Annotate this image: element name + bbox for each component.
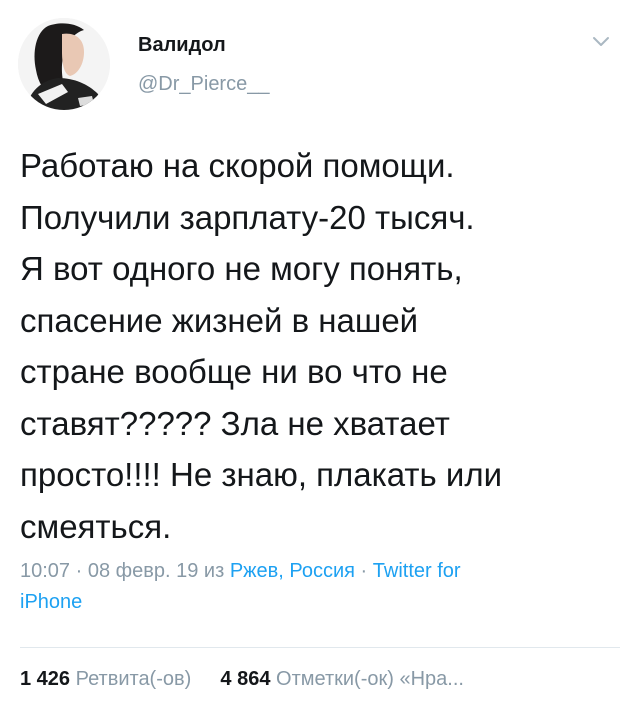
tweet-location-link[interactable]: Ржев, Россия [230, 560, 355, 582]
quote-label[interactable]: «Нра... [399, 668, 463, 690]
tweet-stats: 1 426 Ретвита(-ов) 4 864 Отметки(-ок) «Н… [20, 668, 464, 691]
tweet-text-line: просто!!!! Не знаю, плакать или [20, 456, 503, 493]
tweet-text-line: Получили зарплату-20 тысяч. [20, 198, 475, 236]
tweet-date[interactable]: 08 февр. 19 [88, 560, 199, 582]
likes-label[interactable]: Отметки(-ок) [276, 668, 394, 690]
author-handle[interactable]: @Dr_Pierce__ [138, 73, 269, 96]
tweet-card: Валидол @Dr_Pierce__ Работаю на скорой п… [0, 0, 620, 718]
tweet-source-link[interactable]: Twitter for [373, 560, 461, 582]
avatar[interactable] [18, 18, 110, 110]
avatar-image [18, 18, 110, 110]
tweet-text-line: смеяться. [20, 507, 172, 545]
retweets-label[interactable]: Ретвита(-ов) [76, 668, 192, 690]
author-display-name[interactable]: Валидол [138, 34, 226, 57]
tweet-meta: 10:07 · 08 февр. 19 из Ржев, Россия · Tw… [20, 556, 610, 618]
tweet-source-link-cont[interactable]: iPhone [20, 591, 82, 613]
meta-from-label: из [203, 560, 225, 582]
tweet-text-line: Работаю на скорой помощи. [20, 147, 455, 184]
tweet-text: Работаю на скорой помощи. Получили зарпл… [20, 140, 610, 552]
tweet-text-line: спасение жизней в нашей [20, 301, 419, 339]
meta-separator: · [360, 560, 373, 582]
tweet-text-line: ставят????? Зла не хватает [20, 404, 450, 442]
retweets-count[interactable]: 1 426 [20, 668, 70, 690]
tweet-text-line: стране вообще ни во что не [20, 353, 448, 390]
meta-separator: · [75, 560, 88, 582]
tweet-text-line: Я вот одного не могу понять, [20, 250, 463, 287]
tweet-time[interactable]: 10:07 [20, 560, 70, 582]
chevron-down-icon[interactable] [592, 36, 610, 48]
divider [20, 647, 620, 648]
likes-count[interactable]: 4 864 [220, 668, 270, 690]
